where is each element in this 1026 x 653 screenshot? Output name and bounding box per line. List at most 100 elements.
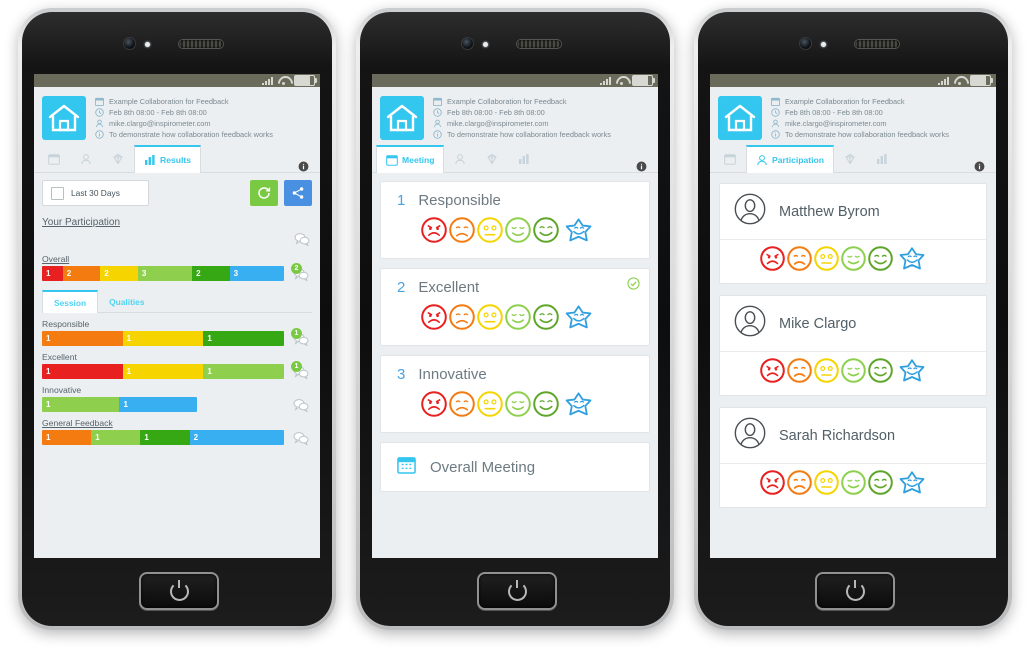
- tab-qualities[interactable]: [834, 145, 866, 172]
- happy-face[interactable]: [868, 246, 893, 276]
- date-filter[interactable]: Last 30 Days: [42, 180, 149, 206]
- tab-qualities[interactable]: [102, 145, 134, 172]
- sad-face[interactable]: [787, 358, 812, 388]
- content-face[interactable]: [841, 358, 866, 388]
- bar-segment[interactable]: 1: [42, 331, 123, 346]
- general-feedback-bar[interactable]: 1112: [42, 430, 284, 445]
- comment-bubble-icon[interactable]: [293, 398, 309, 413]
- star-face[interactable]: [898, 246, 926, 276]
- content-face[interactable]: [505, 217, 531, 248]
- home-button[interactable]: [815, 572, 895, 610]
- angry-face[interactable]: [760, 358, 785, 388]
- tab-results[interactable]: Results: [134, 145, 202, 173]
- sad-face[interactable]: [449, 217, 475, 248]
- bar-segment[interactable]: 2: [192, 266, 230, 281]
- share-button[interactable]: [284, 180, 312, 206]
- bar-segment[interactable]: 1: [122, 364, 204, 379]
- question-card[interactable]: 2 Excellent: [380, 268, 650, 346]
- angry-face[interactable]: [421, 217, 447, 248]
- star-face[interactable]: [564, 391, 593, 422]
- comment-bubble-icon[interactable]: 2: [291, 262, 309, 282]
- star-face[interactable]: [564, 217, 593, 248]
- tab-participation[interactable]: [444, 145, 476, 172]
- happy-face[interactable]: [868, 470, 893, 500]
- tab-results[interactable]: [508, 145, 540, 172]
- bar-segment[interactable]: 2: [189, 430, 284, 445]
- info-tab-button[interactable]: [636, 161, 654, 172]
- bar-segment[interactable]: 1: [203, 331, 284, 346]
- content-face[interactable]: [505, 304, 531, 335]
- happy-face[interactable]: [533, 391, 559, 422]
- bar-segment[interactable]: 2: [100, 266, 138, 281]
- happy-face[interactable]: [533, 217, 559, 248]
- neutral-face[interactable]: [477, 391, 503, 422]
- comment-bubble-icon[interactable]: [294, 232, 310, 247]
- bar-segment[interactable]: 1: [119, 397, 197, 412]
- participant-card[interactable]: Matthew Byrom: [719, 183, 987, 284]
- quality-bar[interactable]: 111: [42, 364, 284, 379]
- angry-face[interactable]: [421, 391, 447, 422]
- tab-results[interactable]: [866, 145, 898, 172]
- comment-bubble-icon[interactable]: 1: [291, 327, 309, 347]
- happy-face[interactable]: [533, 304, 559, 335]
- comment-bubble-icon[interactable]: [293, 431, 309, 446]
- angry-face[interactable]: [760, 246, 785, 276]
- participant-card[interactable]: Sarah Richardson: [719, 407, 987, 508]
- neutral-face[interactable]: [814, 358, 839, 388]
- subtab-qualities[interactable]: Qualities: [98, 291, 155, 312]
- tab-calendar[interactable]: [38, 145, 70, 172]
- home-icon[interactable]: [718, 96, 762, 140]
- question-card[interactable]: 1 Responsible: [380, 181, 650, 259]
- info-tab-button[interactable]: [974, 161, 992, 172]
- refresh-button[interactable]: [250, 180, 278, 206]
- bar-segment[interactable]: 1: [122, 331, 204, 346]
- neutral-face[interactable]: [814, 470, 839, 500]
- happy-face[interactable]: [868, 358, 893, 388]
- overall-meeting-card[interactable]: Overall Meeting: [380, 442, 650, 492]
- info-tab-button[interactable]: [298, 161, 316, 172]
- tab-participation[interactable]: Participation: [746, 145, 835, 173]
- bar-segment[interactable]: 1: [42, 430, 92, 445]
- bar-segment[interactable]: 3: [137, 266, 193, 281]
- neutral-face[interactable]: [477, 304, 503, 335]
- star-face[interactable]: [898, 470, 926, 500]
- angry-face[interactable]: [760, 470, 785, 500]
- date-filter-checkbox[interactable]: [51, 186, 64, 200]
- bar-segment[interactable]: 3: [229, 266, 284, 281]
- star-face[interactable]: [898, 358, 926, 388]
- your-participation-link[interactable]: Your Participation: [42, 217, 312, 228]
- question-card[interactable]: 3 Innovative: [380, 355, 650, 433]
- tab-meeting[interactable]: Meeting: [376, 145, 445, 173]
- comment-bubble-icon[interactable]: 1: [291, 360, 309, 380]
- neutral-face[interactable]: [477, 217, 503, 248]
- sad-face[interactable]: [449, 391, 475, 422]
- home-icon[interactable]: [380, 96, 424, 140]
- bar-segment[interactable]: 2: [62, 266, 101, 281]
- angry-face[interactable]: [421, 304, 447, 335]
- bar-segment[interactable]: 1: [140, 430, 190, 445]
- content-face[interactable]: [505, 391, 531, 422]
- content-face[interactable]: [841, 470, 866, 500]
- bar-segment[interactable]: 1: [91, 430, 141, 445]
- star-face[interactable]: [564, 304, 593, 335]
- tab-participation[interactable]: [70, 145, 102, 172]
- bar-segment[interactable]: 1: [42, 397, 120, 412]
- neutral-face[interactable]: [814, 246, 839, 276]
- participant-card[interactable]: Mike Clargo: [719, 295, 987, 396]
- home-button[interactable]: [477, 572, 557, 610]
- tab-qualities[interactable]: [476, 145, 508, 172]
- bar-segment[interactable]: 1: [42, 266, 63, 281]
- sad-face[interactable]: [449, 304, 475, 335]
- home-icon[interactable]: [42, 96, 86, 140]
- tab-calendar[interactable]: [714, 145, 746, 172]
- content-face[interactable]: [841, 246, 866, 276]
- subtab-session[interactable]: Session: [42, 290, 99, 313]
- bar-segment[interactable]: 1: [42, 364, 123, 379]
- bar-segment[interactable]: 1: [203, 364, 284, 379]
- quality-bar[interactable]: 111: [42, 331, 284, 346]
- sad-face[interactable]: [787, 470, 812, 500]
- overall-bar[interactable]: 122323: [42, 266, 284, 281]
- sad-face[interactable]: [787, 246, 812, 276]
- home-button[interactable]: [139, 572, 219, 610]
- quality-bar[interactable]: 11: [42, 397, 197, 412]
